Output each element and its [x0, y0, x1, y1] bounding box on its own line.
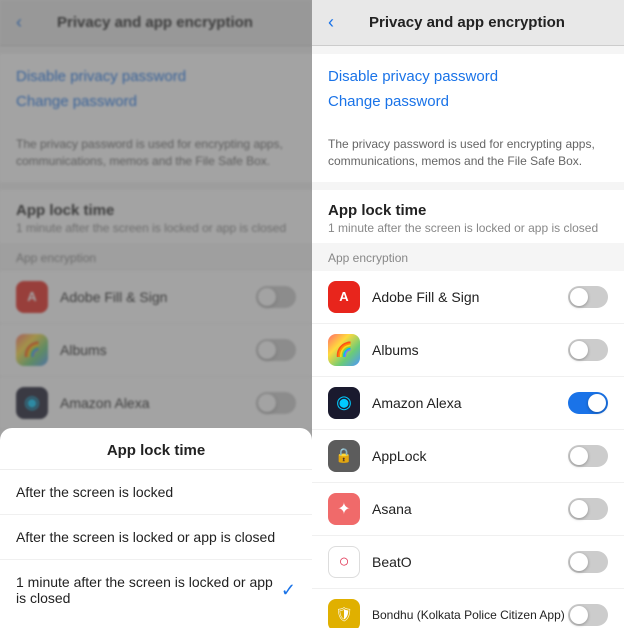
modal-sheet: App lock time After the screen is locked…: [0, 428, 312, 628]
toggle-albums-r[interactable]: [568, 339, 608, 361]
app-name-bondhu-r: Bondhu (Kolkata Police Citizen App): [372, 608, 568, 622]
toggle-alexa-r[interactable]: [568, 392, 608, 414]
list-item: ◉ Amazon Alexa: [312, 377, 624, 430]
list-item: ○ BeatO: [312, 536, 624, 589]
app-icon-albums-r: 🌈: [328, 334, 360, 366]
app-name-adobe-r: Adobe Fill & Sign: [372, 289, 568, 305]
toggle-adobe-r[interactable]: [568, 286, 608, 308]
modal-option-2[interactable]: After the screen is locked or app is clo…: [0, 515, 312, 560]
list-item: ✦ Asana: [312, 483, 624, 536]
list-item: 🔒 AppLock: [312, 430, 624, 483]
check-icon: ✓: [281, 580, 296, 601]
list-item: 🌈 Albums: [312, 324, 624, 377]
app-icon-adobe-r: A: [328, 281, 360, 313]
toggle-bondhu-r[interactable]: [568, 604, 608, 626]
toggle-beato-r[interactable]: [568, 551, 608, 573]
app-icon-bondhu-r: 🛡: [328, 599, 360, 628]
right-header-title: Privacy and app encryption: [344, 14, 590, 31]
right-app-list: A Adobe Fill & Sign 🌈 Albums ◉ Amazon Al…: [312, 271, 624, 628]
list-item: A Adobe Fill & Sign: [312, 271, 624, 324]
toggle-asana-r[interactable]: [568, 498, 608, 520]
app-name-alexa-r: Amazon Alexa: [372, 395, 568, 411]
modal-option-2-label: After the screen is locked or app is clo…: [16, 529, 275, 545]
modal-option-3[interactable]: 1 minute after the screen is locked or a…: [0, 560, 312, 620]
app-name-asana-r: Asana: [372, 501, 568, 517]
app-icon-alexa-r: ◉: [328, 387, 360, 419]
modal-option-3-label: 1 minute after the screen is locked or a…: [16, 574, 281, 606]
right-app-lock-subtitle: 1 minute after the screen is locked or a…: [328, 221, 608, 235]
app-icon-applock-r: 🔒: [328, 440, 360, 472]
right-back-icon[interactable]: ‹: [328, 12, 334, 33]
list-item: 🛡 Bondhu (Kolkata Police Citizen App): [312, 589, 624, 628]
right-disable-privacy-link[interactable]: Disable privacy password: [312, 54, 624, 89]
modal-option-1-label: After the screen is locked: [16, 484, 173, 500]
app-name-albums-r: Albums: [372, 342, 568, 358]
modal-title: App lock time: [0, 428, 312, 470]
modal-overlay: App lock time After the screen is locked…: [0, 0, 312, 628]
right-change-password-link[interactable]: Change password: [312, 89, 624, 124]
app-name-beato-r: BeatO: [372, 554, 568, 570]
right-panel: ‹ Privacy and app encryption Disable pri…: [312, 0, 624, 628]
right-description: The privacy password is used for encrypt…: [312, 124, 624, 182]
right-header: ‹ Privacy and app encryption: [312, 0, 624, 46]
app-icon-asana-r: ✦: [328, 493, 360, 525]
app-name-applock-r: AppLock: [372, 448, 568, 464]
toggle-applock-r[interactable]: [568, 445, 608, 467]
modal-option-1[interactable]: After the screen is locked: [0, 470, 312, 515]
right-app-lock-title: App lock time: [328, 202, 608, 219]
left-panel: ‹ Privacy and app encryption Disable pri…: [0, 0, 312, 628]
right-section-label: App encryption: [312, 243, 624, 269]
app-icon-beato-r: ○: [328, 546, 360, 578]
